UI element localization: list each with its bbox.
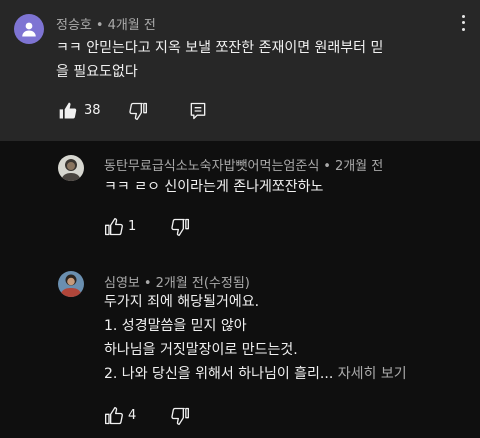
comment-time[interactable]: 2개월 전(수정됨) (156, 276, 250, 291)
comment-time[interactable]: 2개월 전 (335, 159, 383, 174)
comment-text-line: 두가지 죄에 해당될거에요. (104, 294, 260, 310)
comment-text-line: 2. 나와 당신을 위해서 하나님이 흘리... 자세히 보기 (104, 362, 474, 386)
comment-time[interactable]: 4개월 전 (108, 18, 156, 33)
comment-meta: 정승호 • 4개월 전 (56, 14, 156, 33)
separator: • (95, 18, 104, 33)
reply-icon[interactable] (188, 101, 208, 121)
thumbs-up-filled-icon[interactable] (58, 101, 78, 121)
comment-text: ㅋㅋ ㄹㅇ 신이라는게 존나게쪼잔하노 (104, 179, 324, 195)
thumbs-up-icon[interactable] (104, 217, 124, 237)
thumbs-down-icon[interactable] (128, 101, 148, 121)
like-count: 1 (128, 219, 137, 234)
thumbs-down-icon[interactable] (170, 406, 190, 426)
avatar[interactable] (14, 14, 44, 44)
like-count: 4 (128, 408, 137, 423)
comment-text-line: 하나님을 거짓말장이로 만드는것. (104, 342, 298, 358)
thumbs-up-icon[interactable] (104, 406, 124, 426)
avatar-photo (58, 155, 84, 181)
separator: • (323, 159, 331, 174)
thumbs-down-icon[interactable] (170, 217, 190, 237)
comment-text-line: 1. 성경말씀을 믿지 않아 (104, 318, 247, 334)
person-icon (22, 22, 36, 37)
comment-meta: 동탄무료급식소노숙자밥뺏어먹는엄준식 • 2개월 전 (104, 155, 383, 174)
separator: • (143, 276, 152, 291)
author-name[interactable]: 정승호 (56, 18, 92, 33)
author-name[interactable]: 동탄무료급식소노숙자밥뺏어먹는엄준식 (104, 159, 319, 174)
comment-text-line: ㅋㅋ 안믿는다고 지옥 보낼 쪼잔한 존재이면 원래부터 믿 (56, 40, 384, 56)
comment-text: 두가지 죄에 해당될거에요. 1. 성경말씀을 믿지 않아 하나님을 거짓말장이… (104, 290, 474, 386)
comment-text-line-last: 2. 나와 당신을 위해서 하나님이 흘리... (104, 366, 334, 382)
comment-text-line: 을 필요도없다 (56, 64, 138, 80)
author-name[interactable]: 심영보 (104, 276, 140, 291)
avatar-photo (58, 271, 84, 297)
read-more-link[interactable]: 자세히 보기 (338, 366, 407, 382)
avatar[interactable] (58, 155, 84, 181)
kebab-menu-icon[interactable] (456, 13, 470, 33)
avatar[interactable] (58, 271, 84, 297)
like-count: 38 (84, 103, 101, 118)
comment-meta: 심영보 • 2개월 전(수정됨) (104, 272, 250, 291)
comment-text: ㅋㅋ 안믿는다고 지옥 보낼 쪼잔한 존재이면 원래부터 믿 을 필요도없다 (56, 36, 466, 84)
